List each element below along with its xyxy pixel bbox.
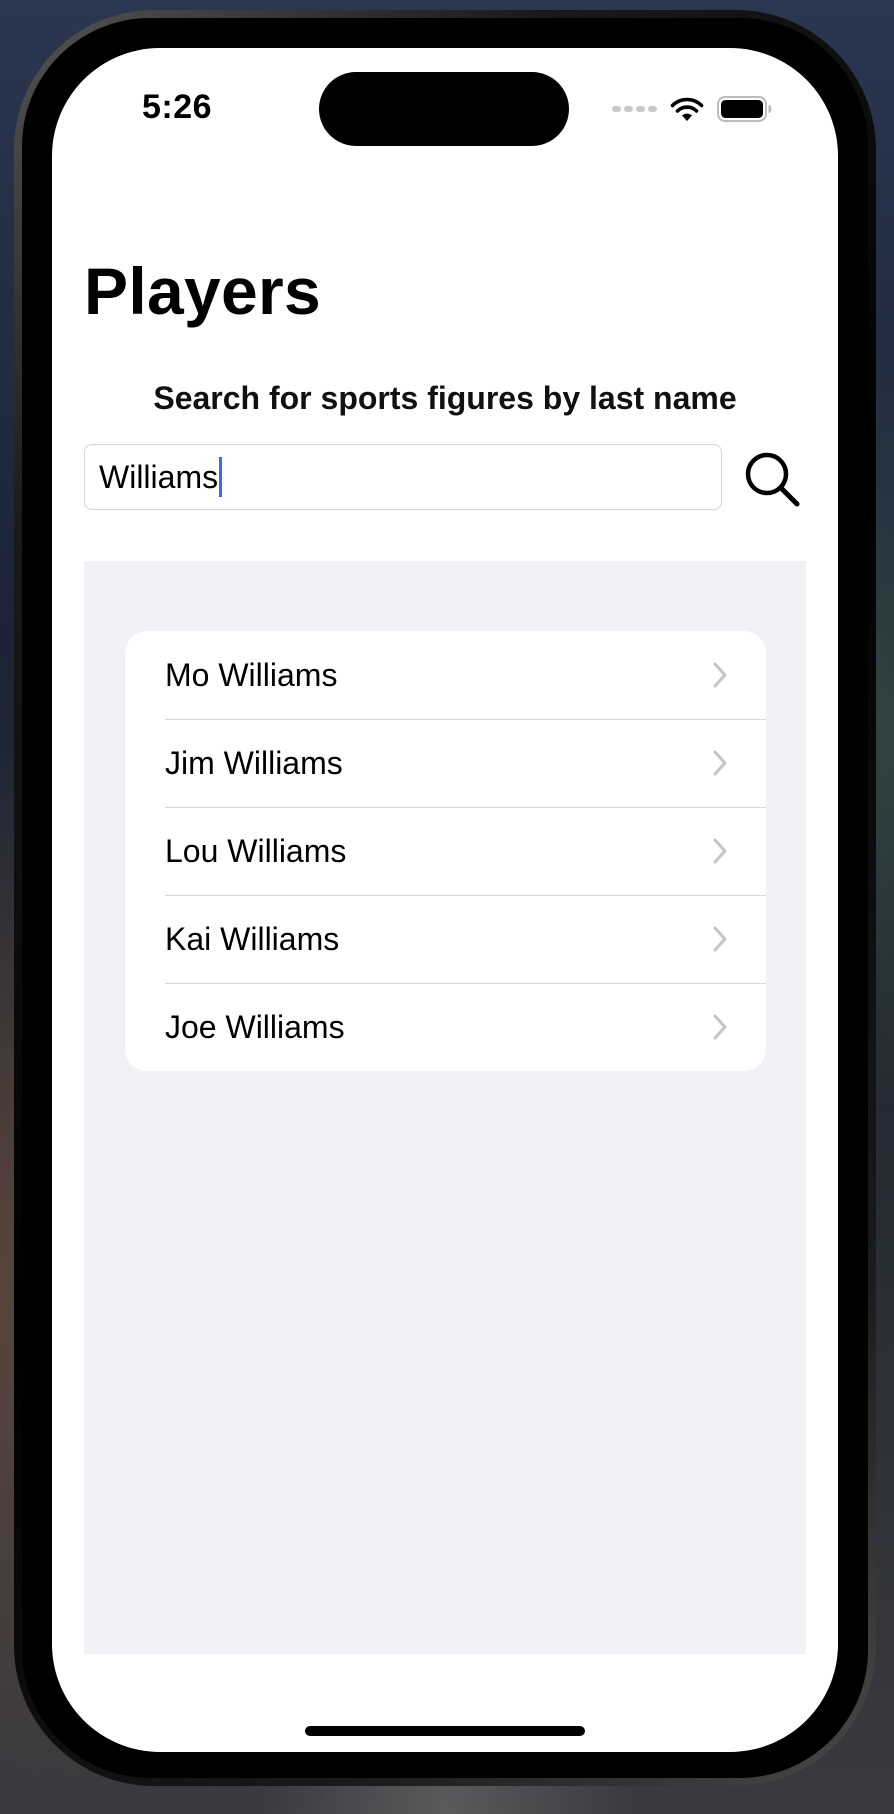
player-name: Mo Williams — [165, 656, 338, 693]
page-title: Players — [84, 254, 321, 328]
player-row[interactable]: Lou Williams — [125, 807, 766, 895]
search-icon — [745, 452, 800, 507]
chevron-right-icon — [713, 838, 727, 864]
player-name: Joe Williams — [165, 1008, 345, 1045]
wifi-icon — [670, 97, 704, 121]
search-instructions: Search for sports figures by last name — [153, 380, 737, 416]
player-name: Lou Williams — [165, 832, 347, 869]
chevron-right-icon — [713, 750, 727, 776]
player-row[interactable]: Joe Williams — [125, 983, 766, 1071]
status-bar-indicators — [612, 94, 773, 124]
player-name: Kai Williams — [165, 920, 340, 957]
chevron-right-icon — [713, 662, 727, 688]
player-row[interactable]: Jim Williams — [125, 719, 766, 807]
chevron-right-icon — [713, 926, 727, 952]
search-button[interactable] — [743, 450, 801, 508]
player-row[interactable]: Kai Williams — [125, 895, 766, 983]
player-row[interactable]: Mo Williams — [125, 631, 766, 719]
home-indicator[interactable] — [305, 1726, 585, 1736]
app-screen: 5:26 Players Search for sports figures b… — [52, 48, 838, 1752]
search-input-value: Williams — [99, 458, 219, 495]
dynamic-island — [319, 72, 569, 146]
players-list-container: Mo Williams Jim Williams Lou Williams Ka… — [84, 561, 806, 1654]
text-cursor — [219, 457, 223, 497]
chevron-right-icon — [713, 1014, 727, 1040]
search-input[interactable]: Williams — [84, 444, 722, 510]
status-bar-time: 5:26 — [142, 88, 213, 126]
players-list: Mo Williams Jim Williams Lou Williams Ka… — [125, 631, 766, 1071]
cellular-signal-icon — [612, 106, 657, 112]
player-name: Jim Williams — [165, 744, 343, 781]
battery-icon — [717, 96, 772, 122]
